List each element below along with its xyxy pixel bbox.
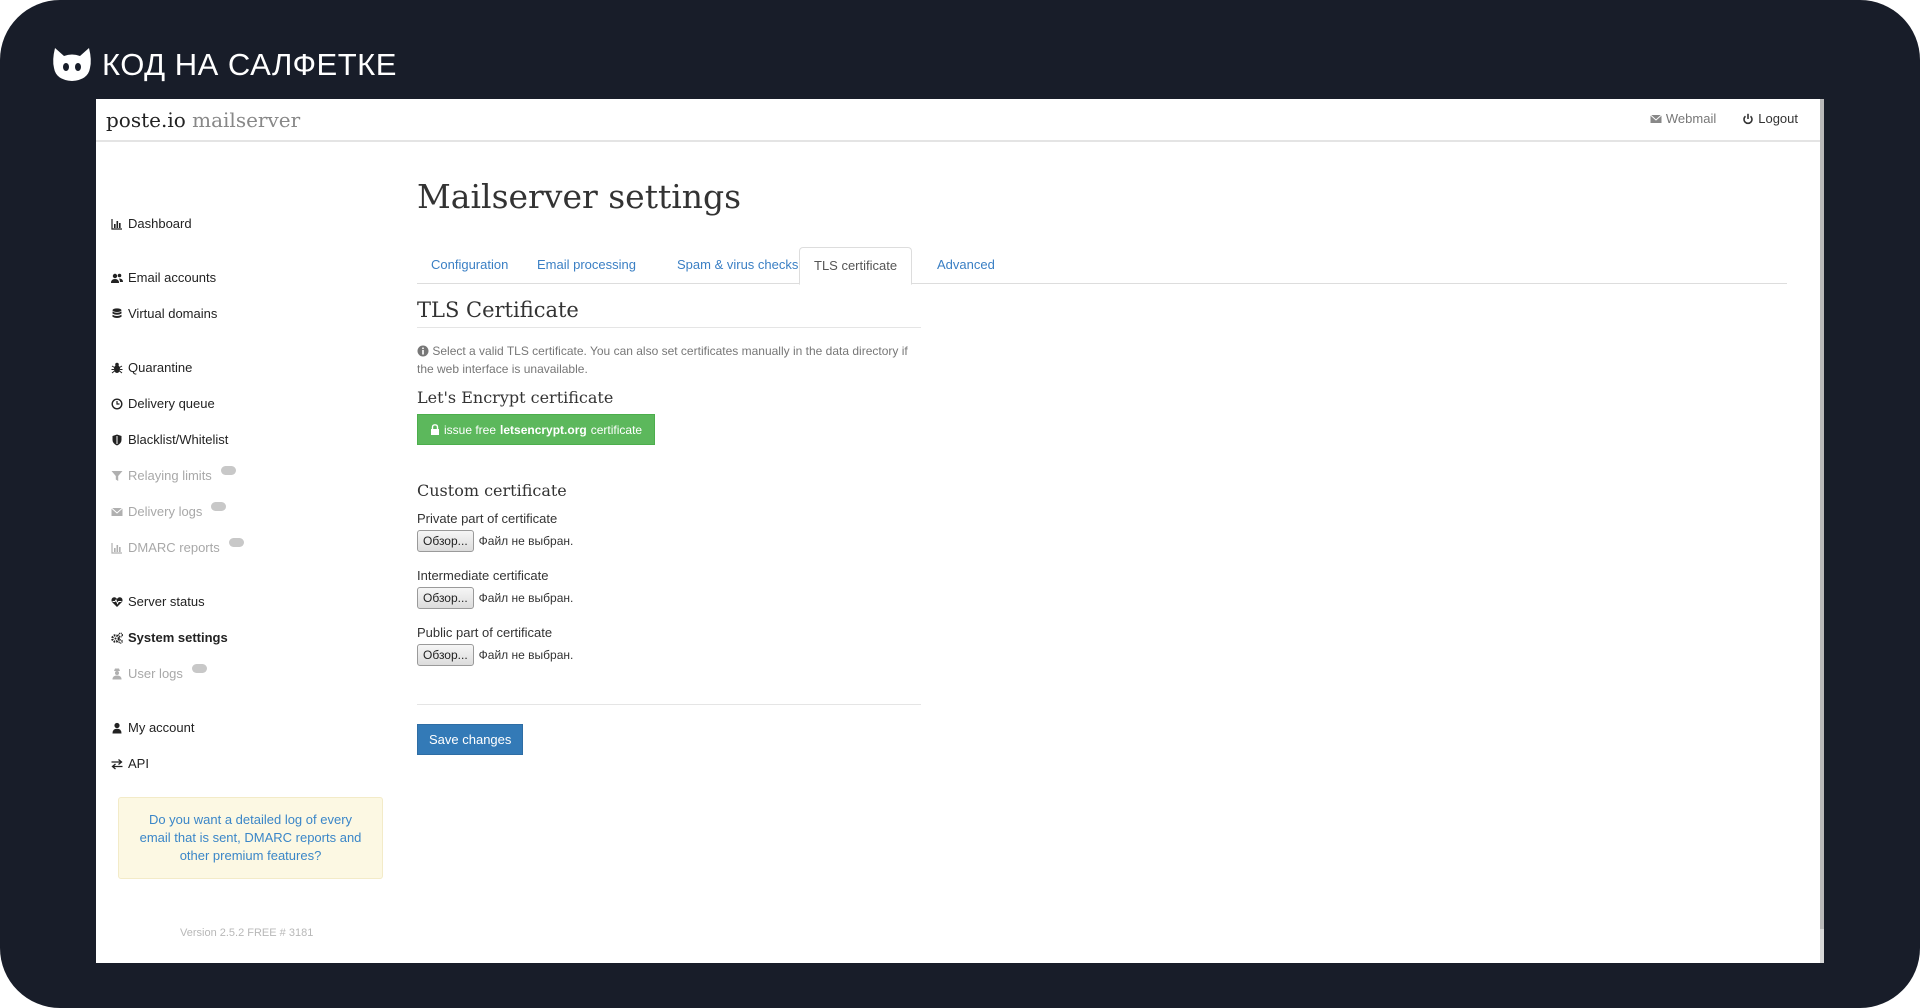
sidebar-item-relaying-limits[interactable]: Relaying limits [110, 466, 236, 483]
premium-promo-box[interactable]: Do you want a detailed log of every emai… [118, 797, 383, 879]
tab-email-processing[interactable]: Email processing [523, 247, 650, 284]
bug-icon [110, 361, 123, 374]
sidebar-item-virtual-domains[interactable]: Virtual domains [110, 306, 217, 321]
exchange-icon [110, 757, 123, 770]
letsencrypt-title: Let's Encrypt certificate [417, 388, 614, 407]
sidebar-item-label: My account [128, 720, 195, 735]
screen-frame: КОД НА САЛФЕТКЕ poste.io mailserver Webm… [0, 0, 1920, 1008]
page-title: Mailserver settings [417, 177, 742, 216]
sidebar-item-api[interactable]: API [110, 756, 149, 771]
help-text: Select a valid TLS certificate. You can … [417, 342, 921, 378]
logout-link[interactable]: Logout [1742, 111, 1798, 126]
issue-button-prefix: issue free [444, 422, 497, 437]
intermediate-cert-label: Intermediate certificate [417, 568, 549, 583]
sidebar-item-label: User logs [128, 666, 183, 681]
sidebar-item-label: Delivery logs [128, 504, 203, 519]
intermediate-cert-file-status: Файл не выбран. [478, 591, 574, 605]
scrollbar-thumb[interactable] [1820, 99, 1824, 929]
logo-main: poste.io [106, 108, 186, 132]
issue-letsencrypt-button[interactable]: issue free letsencrypt.org certificate [417, 414, 656, 445]
tab-advanced[interactable]: Advanced [923, 247, 1009, 284]
sidebar-item-label: Virtual domains [128, 306, 218, 321]
sidebar-item-label: Server status [128, 594, 205, 609]
power-icon [1743, 113, 1754, 124]
sidebar-item-delivery-logs[interactable]: Delivery logs [110, 502, 227, 519]
sidebar-item-dmarc-reports[interactable]: DMARC reports [110, 538, 244, 555]
issue-button-suffix: certificate [590, 422, 643, 437]
intermediate-cert-browse-button[interactable]: Обзор... [417, 587, 474, 609]
custom-certificate-title: Custom certificate [417, 481, 567, 500]
scrollbar[interactable] [1820, 99, 1824, 963]
version-text: Version 2.5.2 FREE # 3181 [180, 927, 314, 939]
app-logo[interactable]: poste.io mailserver [106, 108, 300, 132]
user-icon [110, 721, 123, 734]
brand-title: КОД НА САЛФЕТКЕ [102, 47, 397, 82]
tab-spam-virus-checks[interactable]: Spam & virus checks [663, 247, 812, 284]
database-icon [110, 307, 123, 320]
brand: КОД НА САЛФЕТКЕ [52, 44, 397, 86]
intermediate-cert-file-input: Обзор... Файл не выбран. [417, 587, 573, 609]
section-title: TLS Certificate [417, 298, 921, 328]
sidebar-item-label: System settings [128, 630, 228, 645]
sidebar-item-label: Dashboard [128, 216, 192, 231]
save-changes-button[interactable]: Save changes [417, 724, 524, 755]
settings-tabs: Configuration Email processing Spam & vi… [417, 247, 1787, 285]
bar-chart-icon [110, 217, 123, 230]
clock-icon [110, 397, 123, 410]
heartbeat-icon [110, 595, 123, 608]
help-text-content: Select a valid TLS certificate. You can … [417, 344, 908, 376]
sidebar-item-label: Blacklist/Whitelist [128, 432, 229, 447]
logo-sub: mailserver [192, 108, 301, 132]
private-cert-file-input: Обзор... Файл не выбран. [417, 530, 573, 552]
issue-button-domain: letsencrypt.org [500, 422, 587, 437]
sidebar-item-label: API [128, 756, 149, 771]
sidebar-item-label: Email accounts [128, 270, 217, 285]
user-secret-icon [110, 667, 123, 680]
cogs-icon [110, 631, 123, 644]
webmail-label: Webmail [1665, 111, 1717, 126]
tab-tls-certificate[interactable]: TLS certificate [799, 247, 913, 285]
webmail-link[interactable]: Webmail [1650, 111, 1716, 126]
sidebar-item-label: Quarantine [128, 360, 193, 375]
top-navbar: poste.io mailserver Webmail Logout [96, 99, 1824, 142]
browser-window: poste.io mailserver Webmail Logout Dashb… [96, 99, 1824, 963]
premium-badge [191, 664, 207, 673]
info-circle-icon [417, 345, 429, 357]
sidebar-item-system-settings[interactable]: System settings [110, 630, 228, 645]
premium-badge [228, 538, 244, 547]
logout-label: Logout [1758, 111, 1798, 126]
public-cert-browse-button[interactable]: Обзор... [417, 644, 474, 666]
lock-icon [431, 424, 439, 435]
sidebar-item-label: DMARC reports [128, 540, 220, 555]
bar-chart-icon [110, 541, 123, 554]
premium-badge [220, 466, 236, 475]
envelope-icon [1650, 114, 1662, 123]
sidebar-item-label: Delivery queue [128, 396, 215, 411]
private-cert-browse-button[interactable]: Обзор... [417, 530, 474, 552]
sidebar-item-quarantine[interactable]: Quarantine [110, 360, 192, 375]
public-cert-label: Public part of certificate [417, 625, 553, 640]
sidebar-item-blacklist-whitelist[interactable]: Blacklist/Whitelist [110, 432, 228, 447]
private-cert-file-status: Файл не выбран. [478, 534, 574, 548]
sidebar-item-server-status[interactable]: Server status [110, 594, 205, 609]
sidebar-item-my-account[interactable]: My account [110, 720, 194, 735]
sidebar-item-dashboard[interactable]: Dashboard [110, 216, 192, 231]
filter-icon [110, 469, 123, 482]
form-divider [417, 704, 921, 705]
shield-icon [110, 433, 123, 446]
users-icon [110, 271, 123, 284]
tab-configuration[interactable]: Configuration [417, 247, 522, 284]
sidebar-item-email-accounts[interactable]: Email accounts [110, 270, 216, 285]
envelope-icon [110, 505, 123, 518]
sidebar-item-delivery-queue[interactable]: Delivery queue [110, 396, 215, 411]
sidebar-item-label: Relaying limits [128, 468, 212, 483]
sidebar-item-user-logs[interactable]: User logs [110, 664, 207, 681]
private-cert-label: Private part of certificate [417, 511, 558, 526]
public-cert-file-input: Обзор... Файл не выбран. [417, 644, 573, 666]
public-cert-file-status: Файл не выбран. [478, 648, 574, 662]
premium-badge [211, 502, 227, 511]
cat-logo-icon [53, 48, 91, 81]
